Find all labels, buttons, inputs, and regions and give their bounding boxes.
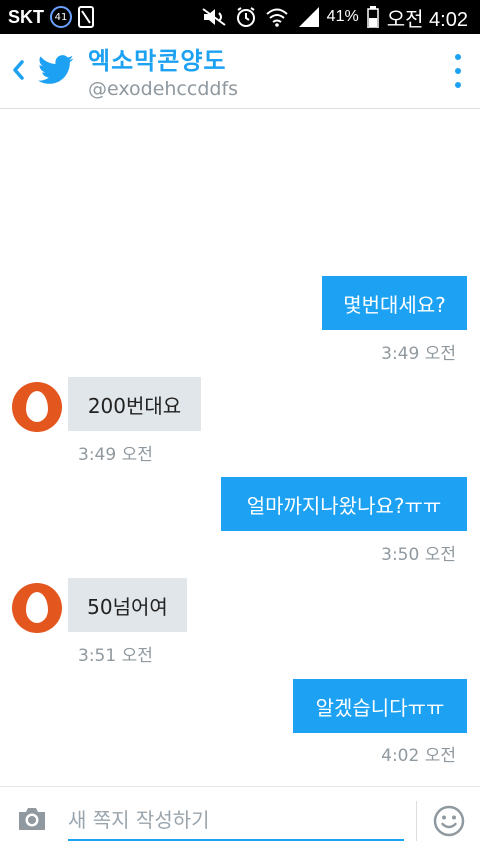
message-bubble-outgoing[interactable]: 알겠습니다ㅠㅠ <box>293 679 467 733</box>
message-composer <box>0 786 480 854</box>
signal-icon <box>298 7 319 27</box>
camera-icon[interactable] <box>16 805 48 833</box>
avatar[interactable] <box>12 583 62 633</box>
message-timestamp: 3:49 오전 <box>381 344 456 364</box>
status-bar: SKT 41 41% 오전 4:02 <box>0 0 480 34</box>
message-list: 몇번대세요? 3:49 오전 200번대요 3:49 오전 얼마까지나왔나요?ㅠ… <box>0 109 480 785</box>
back-button[interactable] <box>6 56 30 84</box>
battery-percent: 41% <box>326 8 359 25</box>
battery-icon <box>366 6 379 28</box>
user-handle: @exodehccddfs <box>88 78 239 100</box>
twitter-bird-icon <box>38 55 74 84</box>
message-bubble-incoming[interactable]: 200번대요 <box>68 377 201 431</box>
message-timestamp: 3:51 오전 <box>78 646 153 666</box>
message-bubble-outgoing[interactable]: 몇번대세요? <box>322 276 467 330</box>
message-bubble-incoming[interactable]: 50넘어여 <box>68 578 187 632</box>
more-vertical-icon <box>455 54 461 60</box>
alarm-icon <box>236 7 255 27</box>
wifi-icon <box>266 8 288 27</box>
status-clock: 오전 4:02 <box>386 8 468 31</box>
notification-badge: 41 <box>50 6 72 28</box>
more-options-button[interactable] <box>450 54 466 88</box>
smiley-icon[interactable] <box>433 805 465 837</box>
avatar[interactable] <box>12 382 62 432</box>
message-input[interactable] <box>68 801 404 841</box>
message-bubble-outgoing[interactable]: 얼마까지나왔나요?ㅠㅠ <box>221 477 467 531</box>
page-title: 엑소막콘양도 <box>88 47 227 75</box>
divider <box>416 801 417 841</box>
phone-icon <box>78 6 94 28</box>
carrier-label: SKT <box>8 6 44 27</box>
default-egg-icon <box>26 592 48 623</box>
default-egg-icon <box>26 391 48 422</box>
mute-icon <box>202 8 226 26</box>
message-timestamp: 3:50 오전 <box>381 545 456 565</box>
chevron-left-icon <box>13 60 24 80</box>
conversation-header: 엑소막콘양도 @exodehccddfs <box>0 34 480 109</box>
message-timestamp: 4:02 오전 <box>381 746 456 766</box>
message-timestamp: 3:49 오전 <box>78 445 153 465</box>
